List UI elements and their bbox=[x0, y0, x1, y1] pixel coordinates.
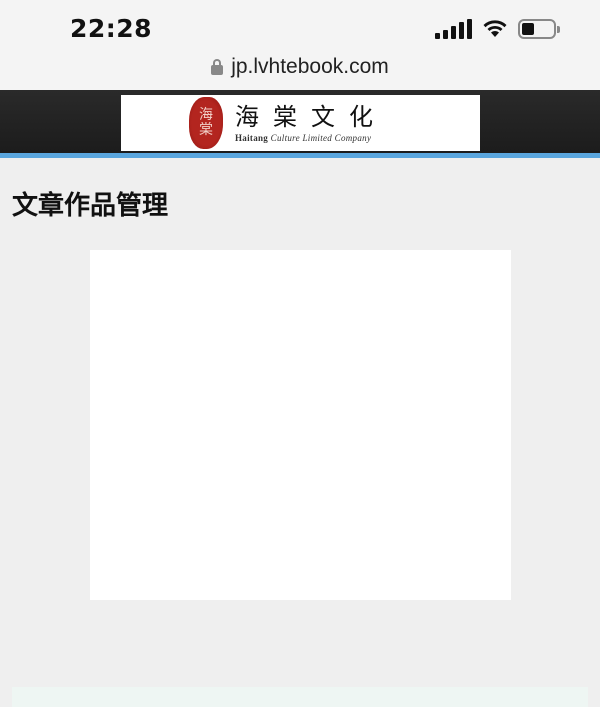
header-accent-line bbox=[0, 153, 600, 158]
bottom-panel bbox=[12, 687, 588, 707]
logo-text: 海棠文化 Haitang Culture Limited Company bbox=[235, 103, 387, 143]
logo-english-name: Haitang Culture Limited Company bbox=[235, 133, 372, 143]
address-bar[interactable]: jp.lvhtebook.com bbox=[0, 52, 600, 82]
url-text: jp.lvhtebook.com bbox=[231, 55, 389, 78]
site-logo[interactable]: 海 棠 海棠文化 Haitang Culture Limited Company bbox=[121, 95, 480, 151]
clock-time: 22:28 bbox=[70, 14, 153, 43]
page-title: 文章作品管理 bbox=[12, 191, 169, 221]
system-icons bbox=[435, 16, 560, 42]
logo-chinese-name: 海棠文化 bbox=[235, 103, 387, 131]
image-placeholder bbox=[90, 250, 511, 600]
seal-logo-icon: 海 棠 bbox=[189, 97, 223, 149]
wifi-icon bbox=[483, 20, 507, 37]
lock-icon bbox=[211, 59, 224, 75]
status-bar: 22:28 jp.lvhtebook.com bbox=[0, 0, 600, 90]
battery-icon bbox=[518, 19, 560, 39]
cellular-signal-icon bbox=[435, 19, 472, 39]
site-header: 海 棠 海棠文化 Haitang Culture Limited Company bbox=[0, 90, 600, 153]
